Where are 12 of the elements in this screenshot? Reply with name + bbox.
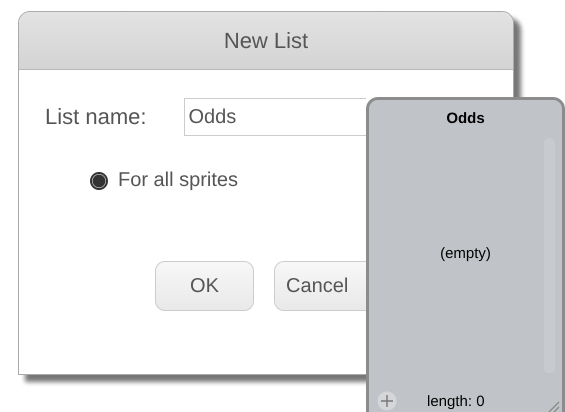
radio-button[interactable] (90, 172, 108, 190)
empty-text: (empty) (439, 245, 492, 262)
list-title: Odds (445, 110, 486, 127)
radio-label: For all sprites (118, 169, 238, 192)
dialog-button[interactable]: Cancel (274, 261, 366, 311)
field-label: List name: (45, 104, 146, 130)
length-text: length: 0 (427, 392, 485, 410)
resize-grip-icon[interactable] (546, 399, 560, 412)
dialog-title: New List (224, 28, 308, 54)
add-icon[interactable] (377, 391, 397, 411)
dialog-button[interactable]: OK (155, 261, 254, 311)
list-name-field[interactable]: Odds (184, 98, 366, 136)
